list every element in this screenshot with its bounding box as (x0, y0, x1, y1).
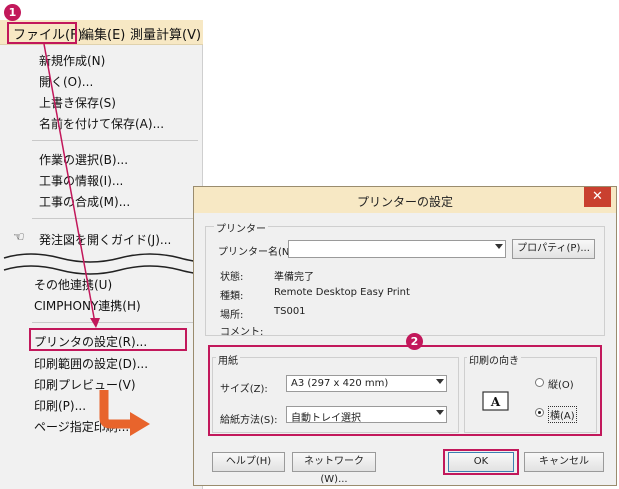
pointer-arrow (43, 43, 100, 328)
printer-name-select[interactable] (288, 240, 506, 258)
menu-item-print-range[interactable]: 印刷範囲の設定(D)... (34, 355, 148, 372)
properties-button[interactable]: プロパティ(P)... (512, 239, 595, 259)
chevron-down-icon (495, 244, 503, 249)
comment-label: コメント: (220, 327, 264, 338)
network-button[interactable]: ネットワーク(W)... (292, 452, 376, 485)
callout-badge-2: 2 (406, 333, 423, 350)
cancel-button[interactable]: キャンセル (524, 452, 604, 472)
printer-name-label: プリンター名(N): (218, 247, 297, 258)
type-label: 種類: (220, 291, 244, 302)
printer-settings-dialog: プリンターの設定 ✕ プリンター プリンター名(N): プロパティ(P)... … (193, 186, 617, 486)
dialog-titlebar: プリンターの設定 ✕ (194, 187, 616, 213)
help-button[interactable]: ヘルプ(H) (212, 452, 285, 472)
dialog-title: プリンターの設定 (356, 195, 453, 209)
orange-arrow-icon (99, 390, 150, 436)
paper-orientation-highlight (208, 345, 602, 436)
type-value: Remote Desktop Easy Print (274, 287, 410, 298)
printer-group-label: プリンター (214, 220, 268, 235)
close-icon[interactable]: ✕ (584, 187, 611, 207)
status-label: 状態: (220, 272, 244, 283)
location-label: 場所: (220, 310, 244, 321)
menu-item-print[interactable]: 印刷(P)... (34, 397, 86, 414)
location-value: TS001 (274, 306, 306, 317)
ok-button-highlight (443, 449, 519, 475)
status-value: 準備完了 (274, 272, 314, 283)
